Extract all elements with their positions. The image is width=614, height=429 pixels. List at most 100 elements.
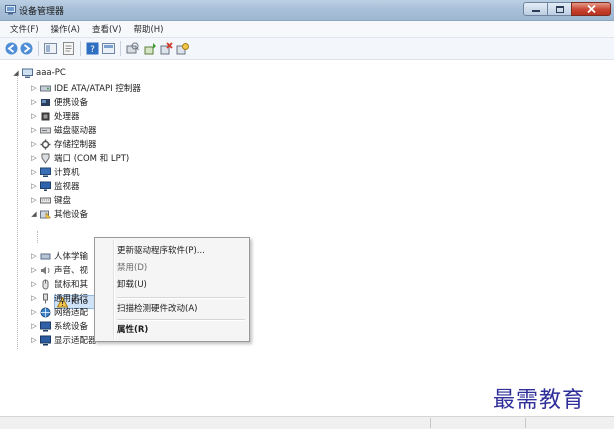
status-divider (525, 418, 526, 428)
minimize-button[interactable] (523, 2, 547, 16)
menu-scan-hardware[interactable]: 扫描检测硬件改动(A) (117, 301, 197, 315)
tree-item-label: 声音、视 (54, 266, 89, 276)
storage-controller-icon (40, 139, 51, 149)
title-bar: 设备管理器 (0, 0, 614, 21)
expand-arrow-icon[interactable]: ▷ (30, 182, 38, 190)
display-adapter-icon (40, 335, 51, 345)
tree-item-network[interactable]: ▷ 网络适配 (30, 305, 88, 319)
update-driver-icon[interactable] (144, 42, 157, 55)
minimize-icon (531, 10, 540, 12)
tree-item-ide[interactable]: ▷ IDE ATA/ATAPI 控制器 (30, 81, 141, 95)
expand-arrow-icon[interactable]: ▷ (30, 84, 38, 92)
tree-item-label: 处理器 (54, 112, 80, 122)
tree-item-display[interactable]: ▷ 显示适配器 (30, 333, 97, 347)
tree-item-label: IDE ATA/ATAPI 控制器 (54, 84, 141, 94)
expand-arrow-icon[interactable]: ▷ (30, 266, 38, 274)
status-bar (0, 416, 614, 429)
maximize-button[interactable] (547, 2, 571, 16)
expand-arrow-icon[interactable]: ▷ (30, 294, 38, 302)
collapse-arrow-icon[interactable]: ◢ (12, 69, 20, 77)
menu-action[interactable]: 操作(A) (45, 23, 86, 35)
menu-update-driver[interactable]: 更新驱动程序软件(P)... (117, 243, 205, 257)
tree-item-hid[interactable]: ▷ 人体学输 (30, 249, 88, 263)
expand-arrow-icon[interactable]: ▷ (30, 308, 38, 316)
tree-guide-line (17, 73, 18, 349)
device-tree: ◢ aaa-PC ▷ IDE ATA/ATAPI 控制器 ▷ 便携设备 ▷ 处理… (0, 60, 614, 400)
close-icon (586, 5, 596, 13)
tree-root-label: aaa-PC (36, 68, 66, 78)
status-divider (430, 418, 431, 428)
expand-arrow-icon[interactable]: ▷ (30, 252, 38, 260)
back-arrow-icon[interactable] (5, 42, 18, 55)
view-icon[interactable] (44, 42, 57, 55)
sound-icon (41, 266, 50, 274)
uninstall-icon[interactable] (160, 42, 173, 55)
tree-guide-line (37, 231, 38, 243)
expand-arrow-icon[interactable]: ▷ (30, 322, 38, 330)
tree-item-processor[interactable]: ▷ 处理器 (30, 109, 80, 123)
help-icon[interactable]: ? (86, 42, 99, 55)
menu-disable[interactable]: 禁用(D) (117, 260, 147, 274)
expand-arrow-icon[interactable]: ▷ (30, 154, 38, 162)
tree-item-label: 存储控制器 (54, 140, 97, 150)
keyboard-icon (40, 197, 51, 203)
tree-item-ports[interactable]: ▷ 端口 (COM 和 LPT) (30, 151, 129, 165)
tree-item-label: 显示适配器 (54, 336, 97, 346)
tree-item-storage[interactable]: ▷ 存储控制器 (30, 137, 97, 151)
tree-item-computer[interactable]: ▷ 计算机 (30, 165, 80, 179)
tree-item-system[interactable]: ▷ 系统设备 (30, 319, 88, 333)
hid-icon (40, 253, 51, 259)
expand-arrow-icon[interactable]: ▷ (30, 336, 38, 344)
tree-item-usb[interactable]: ▷ 通用串行 (30, 291, 88, 305)
window-title: 设备管理器 (19, 7, 65, 17)
expand-arrow-icon[interactable]: ▷ (30, 280, 38, 288)
expand-arrow-icon[interactable]: ▷ (30, 98, 38, 106)
properties-icon[interactable] (62, 42, 75, 55)
tree-item-label: 其他设备 (54, 210, 89, 220)
tree-item-portable[interactable]: ▷ 便携设备 (30, 95, 88, 109)
show-hidden-icon[interactable] (102, 42, 115, 55)
usb-icon (43, 293, 48, 303)
tree-item-sound[interactable]: ▷ 声音、视 (30, 263, 88, 277)
ide-controller-icon (40, 85, 51, 91)
tree-item-label: 通用串行 (54, 294, 89, 304)
expand-arrow-icon[interactable]: ▷ (30, 112, 38, 120)
network-adapter-icon (40, 307, 51, 317)
tree-item-label: 系统设备 (54, 322, 89, 332)
tree-item-label: 鼠标和其 (54, 280, 89, 290)
tree-item-keyboard[interactable]: ▷ 键盘 (30, 193, 71, 207)
tree-root[interactable]: ◢ aaa-PC (12, 66, 66, 80)
tree-item-label: 网络适配 (54, 308, 89, 318)
tree-item-other[interactable]: ◢ 其他设备 (30, 207, 88, 221)
expand-arrow-icon[interactable]: ▷ (30, 126, 38, 134)
scan-hardware-icon[interactable] (126, 42, 139, 55)
tree-item-label: 键盘 (54, 196, 72, 206)
portable-device-icon (41, 98, 50, 106)
menu-file[interactable]: 文件(F) (0, 23, 45, 35)
tree-item-label: 人体学输 (54, 252, 89, 262)
toolbar: ? (0, 38, 614, 60)
port-icon (41, 153, 50, 164)
tree-item-mouse[interactable]: ▷ 鼠标和其 (30, 277, 88, 291)
close-button[interactable] (571, 2, 611, 16)
collapse-arrow-icon[interactable]: ◢ (30, 210, 38, 218)
expand-arrow-icon[interactable]: ▷ (30, 168, 38, 176)
context-menu-separator (117, 319, 245, 321)
menu-properties[interactable]: 属性(R) (117, 322, 148, 336)
menu-help[interactable]: 帮助(H) (127, 23, 169, 35)
toolbar-separator (80, 41, 81, 56)
monitor-icon (40, 181, 51, 191)
context-menu-separator (117, 297, 245, 299)
tree-item-monitor[interactable]: ▷ 监视器 (30, 179, 80, 193)
menu-bar: 文件(F) 操作(A) 查看(V) 帮助(H) (0, 21, 614, 38)
disable-icon[interactable] (176, 42, 189, 55)
expand-arrow-icon[interactable]: ▷ (30, 140, 38, 148)
context-menu: 更新驱动程序软件(P)... 禁用(D) 卸载(U) 扫描检测硬件改动(A) 属… (94, 237, 250, 342)
menu-uninstall[interactable]: 卸载(U) (117, 277, 147, 291)
svg-text:?: ? (90, 45, 95, 55)
forward-arrow-icon[interactable] (20, 42, 33, 55)
menu-view[interactable]: 查看(V) (86, 23, 127, 35)
tree-item-disk[interactable]: ▷ 磁盘驱动器 (30, 123, 96, 137)
expand-arrow-icon[interactable]: ▷ (30, 196, 38, 204)
processor-icon (41, 112, 50, 120)
